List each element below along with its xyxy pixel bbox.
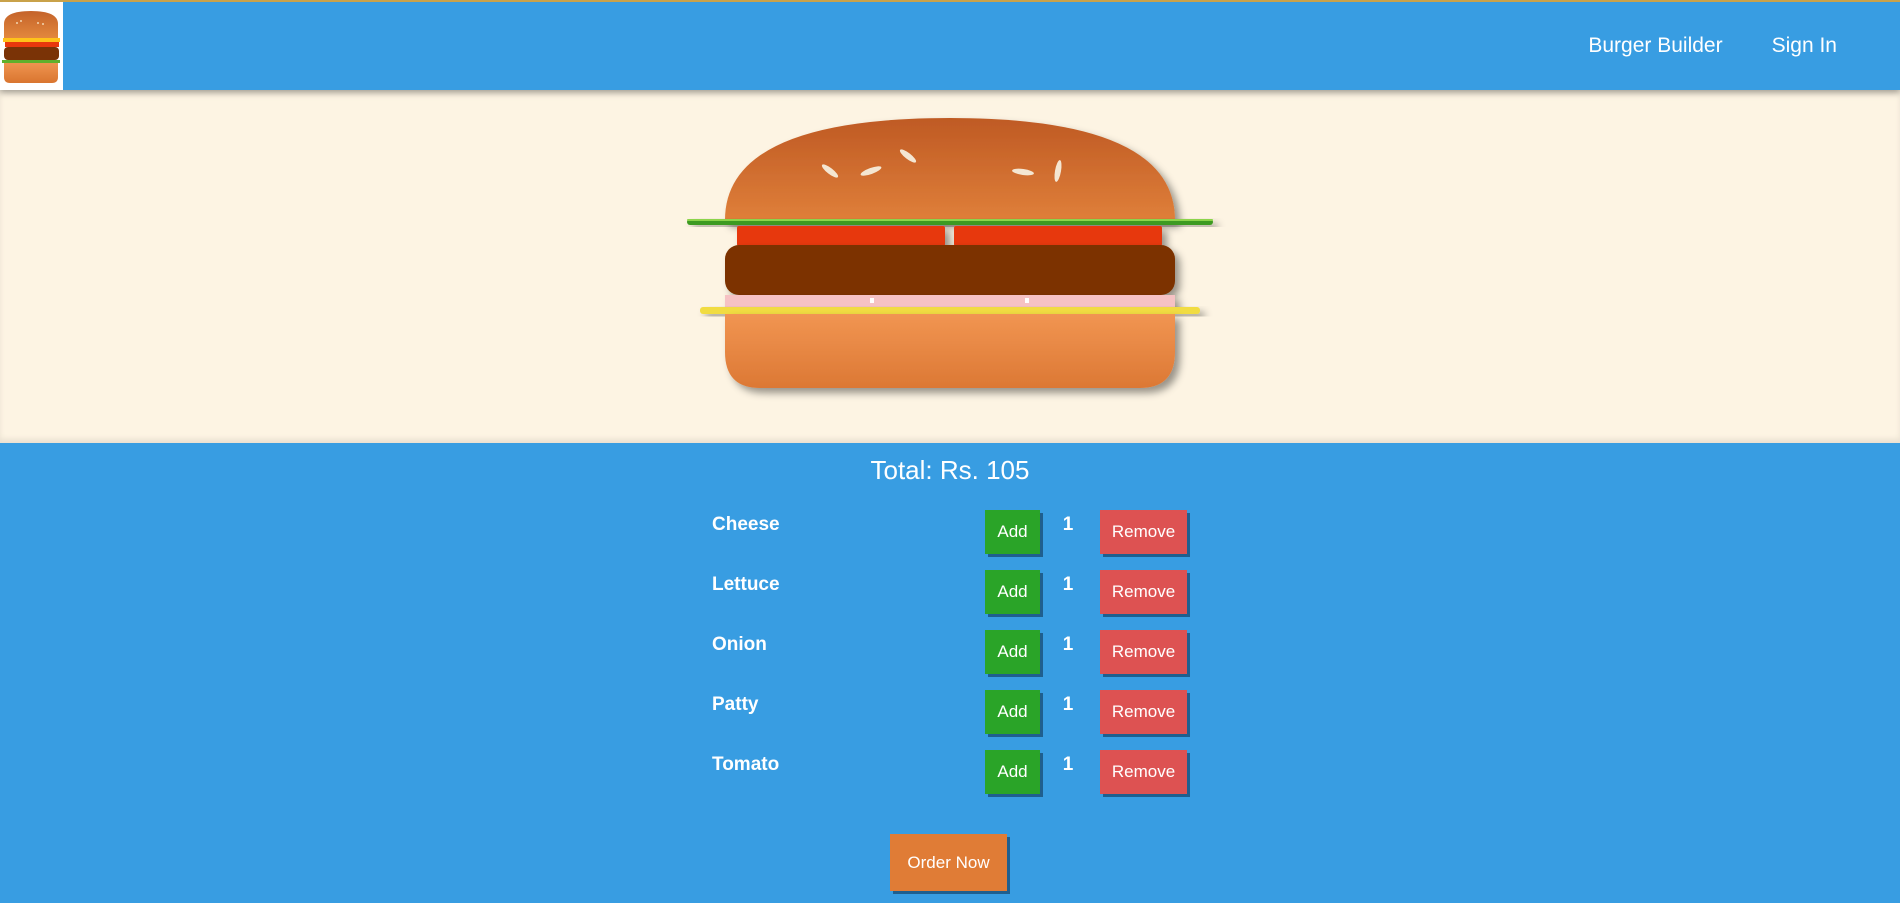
burger-preview [0, 90, 1900, 443]
ingredient-count: 1 [1062, 694, 1074, 715]
add-cheese-button[interactable]: Add [985, 510, 1040, 554]
total-price: Total: Rs. 105 [870, 455, 1030, 485]
onion [725, 295, 1175, 308]
bread-top [725, 118, 1175, 222]
ingredient-label: Patty [712, 694, 759, 715]
main-nav: Burger Builder Sign In [1588, 2, 1900, 90]
ingredient-label: Lettuce [712, 574, 780, 595]
control-row-tomato: Tomato Add 1 Remove [0, 750, 1900, 796]
control-row-patty: Patty Add 1 Remove [0, 690, 1900, 736]
ingredient-count: 1 [1062, 574, 1074, 595]
ingredient-count: 1 [1062, 754, 1074, 775]
remove-cheese-button[interactable]: Remove [1100, 510, 1187, 554]
order-now-button[interactable]: Order Now [890, 834, 1007, 891]
control-row-cheese: Cheese Add 1 Remove [0, 510, 1900, 556]
remove-lettuce-button[interactable]: Remove [1100, 570, 1187, 614]
ingredient-label: Onion [712, 634, 767, 655]
lettuce [687, 219, 1213, 225]
ingredient-label: Cheese [712, 514, 780, 535]
ingredient-label: Tomato [712, 754, 780, 775]
cheese [700, 307, 1200, 314]
burger-illustration [687, 118, 1213, 388]
remove-tomato-button[interactable]: Remove [1100, 750, 1187, 794]
add-onion-button[interactable]: Add [985, 630, 1040, 674]
control-row-lettuce: Lettuce Add 1 Remove [0, 570, 1900, 616]
top-navbar: Burger Builder Sign In [0, 0, 1900, 90]
control-row-onion: Onion Add 1 Remove [0, 630, 1900, 676]
patty [725, 245, 1175, 295]
bread-bottom [725, 314, 1175, 388]
ingredient-count: 1 [1062, 634, 1074, 655]
tomato [737, 226, 1162, 246]
nav-burger-builder[interactable]: Burger Builder [1588, 34, 1722, 58]
remove-onion-button[interactable]: Remove [1100, 630, 1187, 674]
remove-patty-button[interactable]: Remove [1100, 690, 1187, 734]
add-patty-button[interactable]: Add [985, 690, 1040, 734]
burger-logo-icon[interactable] [0, 2, 63, 90]
nav-sign-in[interactable]: Sign In [1772, 34, 1837, 58]
build-controls: Total: Rs. 105 Cheese Add 1 Remove Lettu… [0, 443, 1900, 903]
add-tomato-button[interactable]: Add [985, 750, 1040, 794]
add-lettuce-button[interactable]: Add [985, 570, 1040, 614]
ingredient-count: 1 [1062, 514, 1074, 535]
